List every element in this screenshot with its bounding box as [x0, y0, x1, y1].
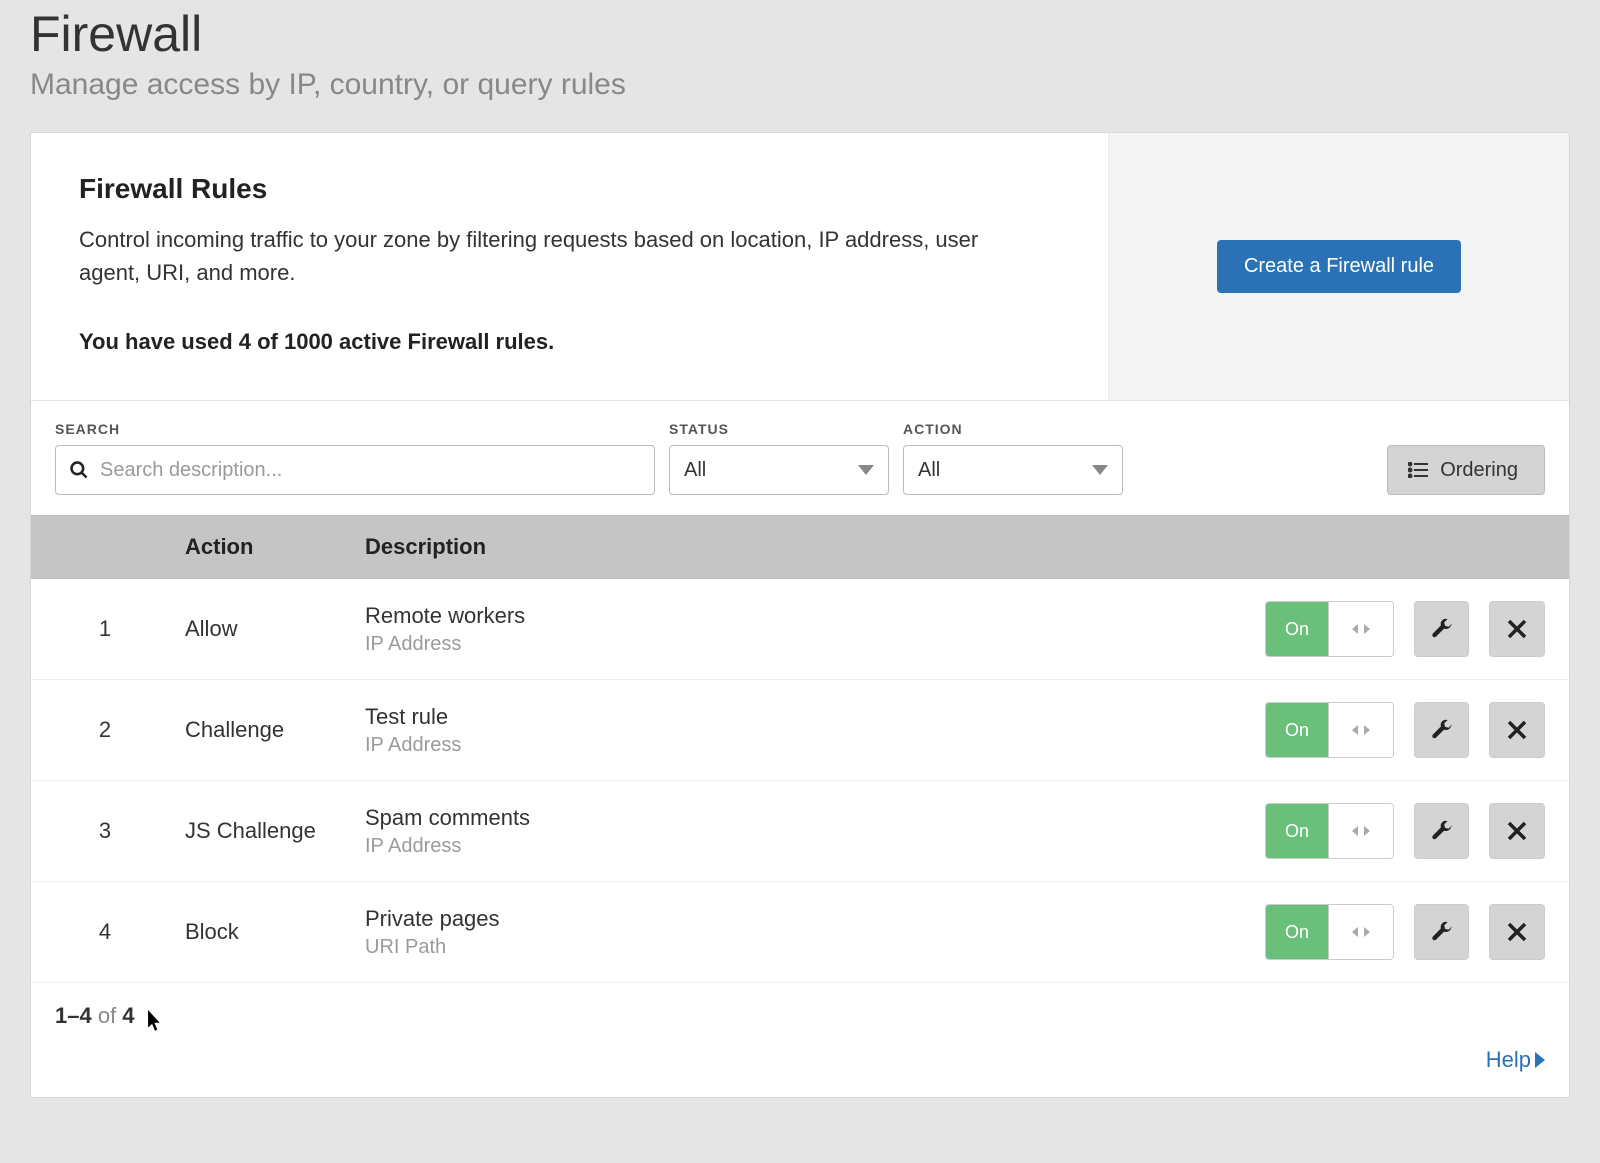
- row-number: 1: [55, 616, 185, 642]
- drag-handle-icon: [1329, 804, 1393, 858]
- col-header-description: Description: [365, 534, 1265, 560]
- footer-of: of: [92, 1003, 123, 1028]
- edit-button[interactable]: [1414, 601, 1470, 657]
- section-usage: You have used 4 of 1000 active Firewall …: [79, 329, 1060, 355]
- help-row: Help: [31, 1039, 1569, 1097]
- chevron-down-icon: [1092, 465, 1108, 475]
- help-label: Help: [1486, 1047, 1531, 1073]
- ordering-label: Ordering: [1440, 459, 1518, 482]
- row-description-title: Spam comments: [365, 805, 1265, 831]
- row-description: Remote workers IP Address: [365, 603, 1265, 656]
- delete-button[interactable]: [1489, 803, 1545, 859]
- firewall-rules-panel: Firewall Rules Control incoming traffic …: [30, 132, 1570, 1098]
- action-select[interactable]: All: [903, 445, 1123, 495]
- panel-actions: Create a Firewall rule: [1109, 133, 1569, 400]
- wrench-icon: [1431, 719, 1453, 741]
- edit-button[interactable]: [1414, 702, 1470, 758]
- panel-top: Firewall Rules Control incoming traffic …: [31, 133, 1569, 400]
- page-title: Firewall: [30, 0, 1570, 63]
- row-controls: On: [1265, 601, 1545, 657]
- toggle-switch[interactable]: On: [1265, 904, 1394, 960]
- row-controls: On: [1265, 702, 1545, 758]
- row-description: Spam comments IP Address: [365, 805, 1265, 858]
- search-label: SEARCH: [55, 421, 655, 437]
- row-action: JS Challenge: [185, 818, 365, 844]
- section-heading: Firewall Rules: [79, 173, 1060, 205]
- create-firewall-rule-button[interactable]: Create a Firewall rule: [1217, 240, 1461, 293]
- toggle-switch[interactable]: On: [1265, 702, 1394, 758]
- row-description-subtitle: IP Address: [365, 835, 1265, 858]
- close-icon: [1507, 619, 1527, 639]
- row-action: Challenge: [185, 717, 365, 743]
- panel-info: Firewall Rules Control incoming traffic …: [31, 133, 1109, 400]
- delete-button[interactable]: [1489, 904, 1545, 960]
- delete-button[interactable]: [1489, 601, 1545, 657]
- row-description-subtitle: IP Address: [365, 633, 1265, 656]
- row-description: Private pages URI Path: [365, 906, 1265, 959]
- col-header-action: Action: [185, 534, 365, 560]
- close-icon: [1507, 922, 1527, 942]
- toggle-on-label: On: [1266, 905, 1329, 959]
- row-number: 4: [55, 919, 185, 945]
- delete-button[interactable]: [1489, 702, 1545, 758]
- table-header-row: Action Description: [31, 515, 1569, 579]
- toggle-on-label: On: [1266, 602, 1329, 656]
- wrench-icon: [1431, 820, 1453, 842]
- search-filter: SEARCH: [55, 421, 655, 495]
- row-number: 2: [55, 717, 185, 743]
- page-subtitle: Manage access by IP, country, or query r…: [30, 68, 1570, 102]
- row-action: Block: [185, 919, 365, 945]
- toggle-switch[interactable]: On: [1265, 601, 1394, 657]
- wrench-icon: [1431, 618, 1453, 640]
- edit-button[interactable]: [1414, 803, 1470, 859]
- row-controls: On: [1265, 904, 1545, 960]
- close-icon: [1507, 720, 1527, 740]
- status-filter: STATUS All: [669, 421, 889, 495]
- footer-range: 1–4: [55, 1003, 92, 1028]
- action-filter: ACTION All: [903, 421, 1123, 495]
- chevron-right-icon: [1535, 1052, 1545, 1068]
- table-row: 4BlockPrivate pages URI PathOn: [31, 882, 1569, 983]
- row-controls: On: [1265, 803, 1545, 859]
- table-footer: 1–4 of 4: [31, 983, 1569, 1039]
- row-description: Test rule IP Address: [365, 704, 1265, 757]
- ordering-button[interactable]: Ordering: [1387, 445, 1545, 495]
- toggle-on-label: On: [1266, 804, 1329, 858]
- status-select-value: All: [684, 459, 706, 482]
- table-row: 2ChallengeTest rule IP AddressOn: [31, 680, 1569, 781]
- search-input[interactable]: [55, 445, 655, 495]
- wrench-icon: [1431, 921, 1453, 943]
- table-row: 3JS ChallengeSpam comments IP AddressOn: [31, 781, 1569, 882]
- edit-button[interactable]: [1414, 904, 1470, 960]
- drag-handle-icon: [1329, 602, 1393, 656]
- close-icon: [1507, 821, 1527, 841]
- filters-row: SEARCH STATUS All ACTION: [31, 400, 1569, 515]
- row-action: Allow: [185, 616, 365, 642]
- section-description: Control incoming traffic to your zone by…: [79, 223, 979, 289]
- action-select-value: All: [918, 459, 940, 482]
- row-description-subtitle: IP Address: [365, 734, 1265, 757]
- toggle-on-label: On: [1266, 703, 1329, 757]
- action-label: ACTION: [903, 421, 1123, 437]
- row-description-title: Test rule: [365, 704, 1265, 730]
- search-icon: [69, 460, 89, 480]
- row-number: 3: [55, 818, 185, 844]
- row-description-title: Private pages: [365, 906, 1265, 932]
- footer-total: 4: [122, 1003, 134, 1028]
- status-select[interactable]: All: [669, 445, 889, 495]
- chevron-down-icon: [858, 465, 874, 475]
- toggle-switch[interactable]: On: [1265, 803, 1394, 859]
- drag-handle-icon: [1329, 905, 1393, 959]
- list-icon: [1408, 462, 1428, 478]
- drag-handle-icon: [1329, 703, 1393, 757]
- table-row: 1AllowRemote workers IP AddressOn: [31, 579, 1569, 680]
- status-label: STATUS: [669, 421, 889, 437]
- row-description-title: Remote workers: [365, 603, 1265, 629]
- help-link[interactable]: Help: [1486, 1047, 1545, 1073]
- row-description-subtitle: URI Path: [365, 936, 1265, 959]
